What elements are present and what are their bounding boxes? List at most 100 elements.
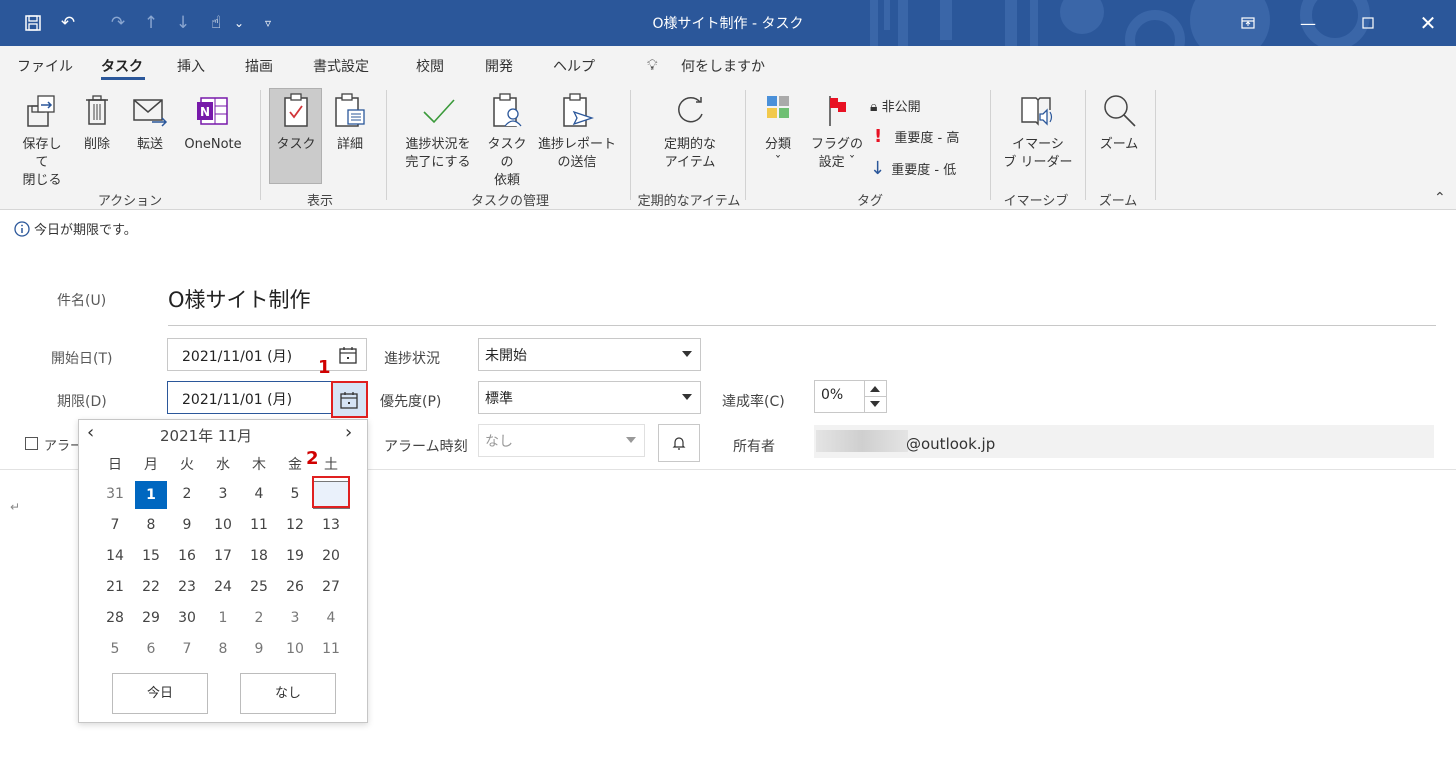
mark-complete-button[interactable]: 進捗状況を 完了にする xyxy=(396,92,480,172)
calendar-day[interactable]: 21 xyxy=(97,579,133,595)
tell-me-search[interactable]: 何をしますか xyxy=(681,56,765,76)
tab-format[interactable]: 書式設定 xyxy=(313,56,369,76)
calendar-day[interactable]: 25 xyxy=(241,579,277,595)
assign-task-button[interactable]: タスクの 依頼 xyxy=(482,92,532,190)
due-date-label: 期限(D) xyxy=(57,394,107,410)
calendar-day[interactable]: 2 xyxy=(169,486,205,502)
lightbulb-icon: 💡︎ xyxy=(647,56,658,74)
details-button[interactable]: 詳細 xyxy=(328,92,372,154)
ribbon-tabs: ファイル タスク 挿入 描画 書式設定 校閲 開発 ヘルプ 💡︎ 何をしますか xyxy=(0,46,1456,82)
info-bar-text: 今日が期限です。 xyxy=(34,223,137,238)
group-label-recurrence: 定期的なアイテム xyxy=(637,194,741,209)
spin-up-icon[interactable] xyxy=(870,386,880,392)
low-importance-button[interactable]: ↓ 重要度 - 低 xyxy=(870,158,956,179)
group-separator xyxy=(260,90,261,200)
save-close-icon xyxy=(27,95,55,127)
tab-task[interactable]: タスク xyxy=(101,56,143,76)
calendar-day[interactable]: 4 xyxy=(241,486,277,502)
calendar-day[interactable]: 8 xyxy=(133,517,169,533)
calendar-day[interactable]: 1 xyxy=(205,610,241,626)
calendar-day[interactable]: 26 xyxy=(277,579,313,595)
tab-developer[interactable]: 開発 xyxy=(485,56,513,76)
calendar-day[interactable]: 3 xyxy=(205,486,241,502)
immersive-reader-button[interactable]: イマーシ ブ リーダー xyxy=(998,92,1078,172)
tab-review[interactable]: 校閲 xyxy=(416,56,444,76)
collapse-ribbon-icon[interactable]: ⌃ xyxy=(1434,190,1446,206)
calendar-day[interactable]: 28 xyxy=(97,610,133,626)
calendar-day[interactable]: 14 xyxy=(97,548,133,564)
calendar-day[interactable]: 13 xyxy=(313,517,349,533)
private-button[interactable]: 🔒︎ 非公開 xyxy=(870,96,921,115)
checkmark-icon xyxy=(423,99,455,124)
calendar-day[interactable]: 7 xyxy=(97,517,133,533)
recurrence-button[interactable]: 定期的な アイテム xyxy=(650,92,730,172)
calendar-day[interactable]: 2 xyxy=(241,610,277,626)
delete-button[interactable]: 削除 xyxy=(77,92,117,154)
calendar-day[interactable]: 18 xyxy=(241,548,277,564)
categorize-chevron-icon: ˇ xyxy=(774,155,782,170)
calendar-day[interactable]: 10 xyxy=(277,641,313,657)
calendar-day-selected[interactable]: 1 xyxy=(135,481,167,509)
high-importance-button[interactable]: ! 重要度 - 高 xyxy=(874,126,959,147)
calendar-day[interactable]: 11 xyxy=(241,517,277,533)
maximize-icon[interactable] xyxy=(1350,10,1386,36)
calendar-day[interactable]: 19 xyxy=(277,548,313,564)
calendar-day[interactable]: 29 xyxy=(133,610,169,626)
calendar-day[interactable]: 7 xyxy=(169,641,205,657)
tab-draw[interactable]: 描画 xyxy=(245,56,273,76)
calendar-day[interactable]: 4 xyxy=(313,610,349,626)
status-select[interactable]: 未開始 xyxy=(478,338,701,371)
minimize-icon[interactable]: — xyxy=(1290,10,1326,36)
reminder-time-select[interactable]: なし xyxy=(478,424,645,457)
none-button[interactable]: なし xyxy=(240,673,336,714)
start-date-calendar-icon[interactable] xyxy=(332,338,364,371)
bell-icon xyxy=(672,437,686,450)
calendar-day[interactable]: 22 xyxy=(133,579,169,595)
calendar-day[interactable]: 10 xyxy=(205,517,241,533)
ribbon-display-icon[interactable] xyxy=(1230,10,1266,36)
calendar-day[interactable]: 30 xyxy=(169,610,205,626)
calendar-day[interactable]: 27 xyxy=(313,579,349,595)
tab-help[interactable]: ヘルプ xyxy=(553,56,595,76)
task-view-button[interactable]: タスク xyxy=(270,92,322,154)
recurrence-label-1: 定期的な xyxy=(663,137,716,152)
calendar-day[interactable]: 3 xyxy=(277,610,313,626)
group-separator xyxy=(745,90,746,200)
calendar-day[interactable]: 15 xyxy=(133,548,169,564)
weekday-label: 木 xyxy=(252,457,266,473)
calendar-day[interactable]: 17 xyxy=(205,548,241,564)
calendar-day[interactable]: 12 xyxy=(277,517,313,533)
calendar-day[interactable]: 23 xyxy=(169,579,205,595)
reminder-checkbox[interactable] xyxy=(25,437,38,450)
forward-button[interactable]: 転送 xyxy=(128,92,172,154)
calendar-day[interactable]: 9 xyxy=(241,641,277,657)
calendar-day[interactable]: 5 xyxy=(277,486,313,502)
tab-file[interactable]: ファイル xyxy=(17,56,73,76)
percent-complete-spinner[interactable]: 0% xyxy=(814,380,887,413)
calendar-day[interactable]: 9 xyxy=(169,517,205,533)
tab-insert[interactable]: 挿入 xyxy=(177,56,205,76)
calendar-day[interactable]: 5 xyxy=(97,641,133,657)
group-label-tags: タグ xyxy=(856,194,883,209)
today-button[interactable]: 今日 xyxy=(112,673,208,714)
calendar-day[interactable]: 24 xyxy=(205,579,241,595)
send-status-report-button[interactable]: 進捗レポート の送信 xyxy=(534,92,620,172)
follow-up-button[interactable]: フラグの 設定 ˇ xyxy=(810,92,864,172)
next-month-icon[interactable]: › xyxy=(345,422,352,443)
save-close-button[interactable]: 保存して 閉じる xyxy=(18,92,66,190)
calendar-day[interactable]: 8 xyxy=(205,641,241,657)
reminder-sound-button[interactable] xyxy=(658,424,700,462)
close-icon[interactable]: ✕ xyxy=(1410,10,1446,36)
priority-select[interactable]: 標準 xyxy=(478,381,701,414)
calendar-day[interactable]: 16 xyxy=(169,548,205,564)
calendar-day[interactable]: 31 xyxy=(97,486,133,502)
calendar-day[interactable]: 11 xyxy=(313,641,349,657)
priority-label: 優先度(P) xyxy=(380,394,442,410)
calendar-day[interactable]: 20 xyxy=(313,548,349,564)
onenote-button[interactable]: N OneNote xyxy=(176,92,250,154)
zoom-button[interactable]: ズーム xyxy=(1094,92,1144,154)
spin-down-icon[interactable] xyxy=(870,401,880,407)
calendar-day[interactable]: 6 xyxy=(133,641,169,657)
subject-field[interactable]: O様サイト制作 xyxy=(168,284,311,314)
categorize-button[interactable]: 分類 ˇ xyxy=(757,92,799,172)
